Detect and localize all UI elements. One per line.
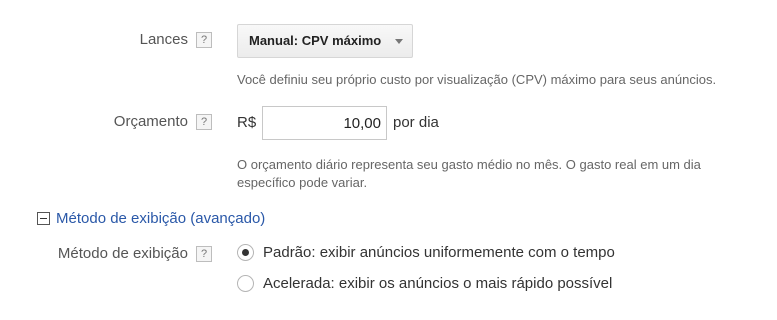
delivery-section-title: Método de exibição (avançado) — [56, 210, 266, 227]
delivery-option-accelerated[interactable]: Acelerada: exibir os anúncios o mais ráp… — [237, 275, 612, 292]
budget-description-line2: específico pode variar. — [237, 175, 368, 190]
budget-amount-input[interactable] — [262, 106, 387, 140]
bidding-label: Lances — [139, 31, 188, 48]
delivery-option-standard[interactable]: Padrão: exibir anúncios uniformemente co… — [237, 244, 615, 261]
minus-square-icon — [37, 212, 50, 225]
bid-strategy-value: Manual: CPV máximo — [249, 33, 382, 48]
radio-standard[interactable] — [237, 244, 254, 261]
currency-symbol: R$ — [237, 114, 257, 131]
radio-accelerated[interactable] — [237, 275, 254, 292]
budget-description-line1: O orçamento diário representa seu gasto … — [237, 157, 701, 172]
budget-help-icon[interactable]: ? — [196, 114, 212, 130]
delivery-section-toggle[interactable]: Método de exibição (avançado) — [37, 210, 265, 227]
bidding-help-icon[interactable]: ? — [196, 32, 212, 48]
delivery-label: Método de exibição — [57, 245, 188, 262]
delivery-option-accelerated-label: Acelerada: exibir os anúncios o mais ráp… — [263, 275, 613, 292]
chevron-down-icon — [395, 39, 403, 44]
budget-label: Orçamento — [113, 113, 188, 130]
budget-period: por dia — [393, 114, 439, 131]
bid-strategy-dropdown[interactable]: Manual: CPV máximo — [237, 24, 413, 58]
delivery-option-standard-label: Padrão: exibir anúncios uniformemente co… — [263, 244, 615, 261]
bidding-description: Você definiu seu próprio custo por visua… — [237, 72, 717, 87]
delivery-help-icon[interactable]: ? — [196, 246, 212, 262]
